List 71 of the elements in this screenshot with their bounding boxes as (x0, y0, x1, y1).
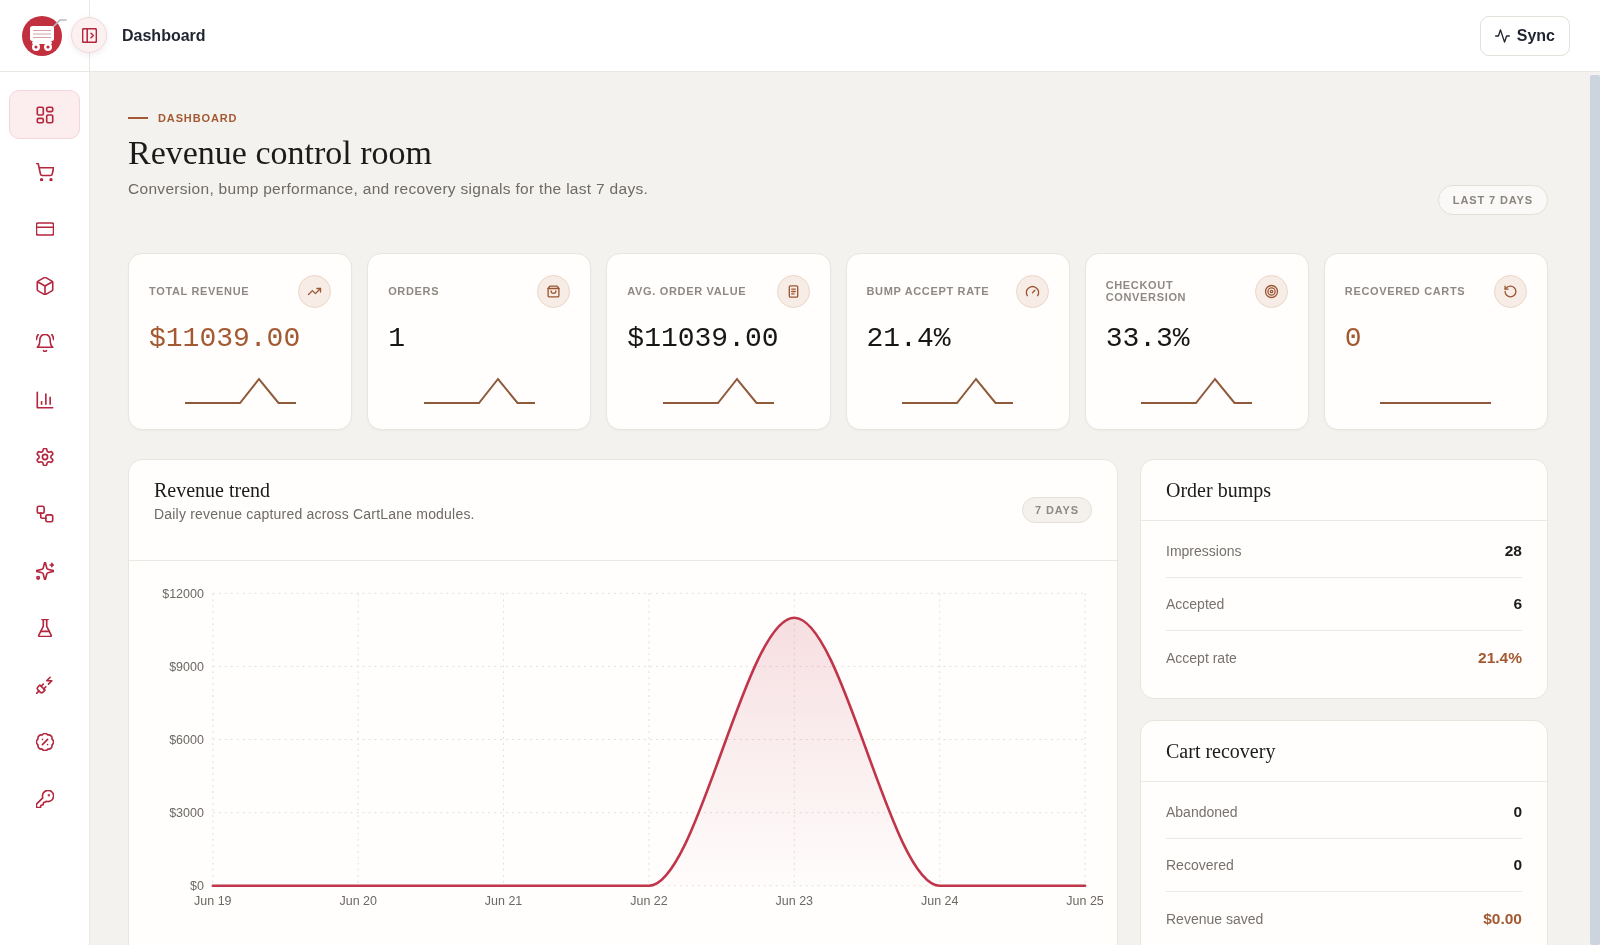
gauge-icon (1015, 275, 1049, 308)
axis-label: Jun 20 (339, 893, 377, 908)
kpi-value: $11039.00 (627, 322, 780, 356)
card-icon (35, 219, 54, 238)
shop-logo (22, 14, 68, 57)
grid-icon (35, 105, 54, 124)
period-badge: 7 DAYS (1022, 497, 1092, 523)
kpi-label: BUMP ACCEPT RATE (866, 285, 990, 298)
trend-up-icon (298, 275, 332, 308)
kpi-value: 0 (1344, 322, 1363, 356)
nav-item[interactable] (9, 90, 80, 139)
stat-value: 6 (1513, 595, 1522, 613)
axis-label: $9000 (169, 659, 204, 674)
bar-chart-icon (35, 390, 54, 409)
stat-label: Revenue saved (1166, 910, 1264, 927)
kpi-value: 21.4% (866, 322, 952, 356)
axis-label: Jun 22 (630, 893, 668, 908)
document-icon (776, 275, 810, 308)
kpi-value: $11039.00 (149, 322, 302, 356)
kpi-label: AVG. ORDER VALUE (627, 285, 747, 298)
axis-label: $6000 (169, 733, 204, 747)
date-range-badge: LAST 7 DAYS (1437, 185, 1548, 215)
stat-value: 21.4% (1478, 648, 1522, 667)
percent-badge-icon (35, 732, 54, 751)
bag-icon (537, 275, 571, 308)
plug-icon (35, 675, 54, 694)
axis-label: Jun 23 (775, 893, 814, 908)
scrollbar[interactable] (1590, 75, 1600, 945)
page-heading: Revenue control room (128, 134, 434, 172)
kpi-label: CHECKOUT CONVERSION (1105, 279, 1188, 304)
kpi-value: 1 (388, 322, 406, 356)
bell-icon (35, 333, 54, 352)
axis-label: $0 (189, 879, 204, 894)
card-subtitle: Daily revenue captured across CartLane modules. (154, 505, 475, 523)
stat-value: 0 (1513, 856, 1522, 874)
axis-label: Jun 21 (484, 893, 523, 908)
flask-icon (35, 618, 54, 637)
stat-label: Impressions (1166, 543, 1242, 559)
stat-value: 28 (1504, 542, 1522, 560)
sidebar-toggle-button[interactable] (71, 17, 107, 53)
kpi-value: 33.3% (1105, 322, 1191, 356)
stat-label: Recovered (1166, 857, 1234, 873)
stat-value: $0.00 (1483, 909, 1522, 928)
kpi-label: RECOVERED CARTS (1344, 285, 1466, 298)
page-subtitle: Conversion, bump performance, and recovery signals for the last 7 days. (128, 179, 649, 199)
stat-label: Accept rate (1166, 649, 1237, 666)
card-title: Revenue trend (154, 478, 272, 502)
key-icon (35, 789, 54, 808)
gear-icon (35, 447, 54, 466)
box-icon (35, 276, 54, 295)
card-title: Order bumps (1166, 478, 1272, 502)
cart-icon (35, 162, 54, 181)
axis-label: $12000 (162, 586, 204, 601)
sparkle-icon (35, 561, 54, 580)
axis-label: $3000 (169, 806, 204, 821)
card-title: Cart recovery (1166, 739, 1277, 763)
pulse-icon (1494, 28, 1510, 43)
stat-label: Accepted (1166, 596, 1225, 612)
stat-label: Abandoned (1166, 804, 1238, 820)
section-eyebrow: DASHBOARD (158, 112, 238, 124)
kpi-label: TOTAL REVENUE (149, 285, 250, 298)
axis-label: Jun 19 (194, 893, 232, 908)
topbar-title: Dashboard (122, 26, 206, 45)
axis-label: Jun 25 (1066, 893, 1104, 908)
linked-squares-icon (35, 504, 54, 523)
stat-value: 0 (1513, 803, 1522, 821)
kpi-label: ORDERS (388, 285, 440, 298)
sidebar-panel-icon (81, 27, 97, 43)
target-icon (1254, 275, 1288, 308)
axis-label: Jun 24 (920, 893, 959, 908)
sync-button[interactable]: Sync (1479, 15, 1570, 56)
